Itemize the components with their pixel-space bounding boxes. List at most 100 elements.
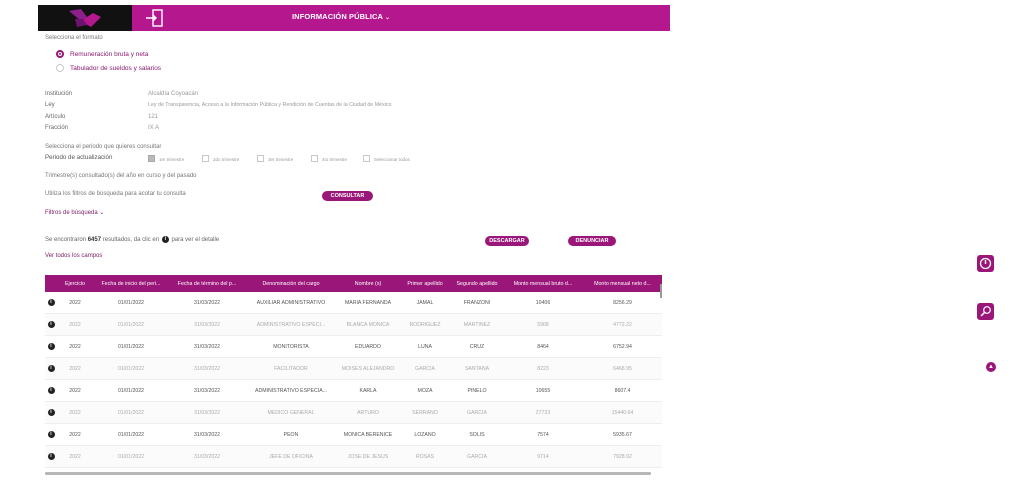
menu-title-label: INFORMACIÓN PÚBLICA [292,12,383,21]
cell-monto-bruto: 10406 [535,299,551,306]
cell-cargo: AUXILIAR ADMINISTRATIVO [256,299,326,306]
cell-ejercicio: 2022 [69,299,81,306]
col-ejercicio[interactable]: Ejercicio [57,281,93,287]
cell-monto-bruto: 10655 [535,387,551,394]
info-icon[interactable]: i [47,343,55,350]
articulo-value: 121 [148,114,159,120]
results-count: 6457 [87,237,102,244]
cell-fecha-inicio: 01/01/2022 [118,453,144,460]
info-icon[interactable]: i [47,321,55,328]
info-icon[interactable]: i [47,409,55,416]
info-icon[interactable]: i [47,387,55,394]
table-horizontal-scrollbar[interactable] [45,472,651,475]
cell-monto-bruto: 5908 [537,321,549,328]
info-icon[interactable]: i [47,431,55,438]
cell-primer-apellido: LUNA [418,343,432,350]
table-row[interactable]: i 2022 01/01/2022 31/03/2022 FACILITADOR… [45,358,662,380]
radio-remuneracion[interactable] [56,50,64,58]
col-fecha-termino[interactable]: Fecha de término del p... [169,281,245,287]
institucion-value: Alcaldía Coyoacán [148,91,199,97]
cell-monto-neto: 6752.94 [613,343,632,350]
report-button[interactable]: DENUNCIAR [568,236,616,246]
checkbox-seleccionar-todos[interactable] [363,155,370,162]
info-icon[interactable]: i [47,299,55,306]
results-table: Ejercicio Fecha de inicio del peri... Fe… [45,275,662,468]
cell-primer-apellido: JAMAL [416,299,434,306]
col-cargo[interactable]: Denominación del cargo [245,281,337,287]
cell-monto-neto: 8607.4 [614,387,631,394]
checkbox-4to-trimestre-label: 4to trimestre [322,157,348,162]
checkbox-1er-trimestre[interactable] [148,155,155,162]
cell-fecha-termino: 31/03/2022 [194,431,220,438]
results-suffix: resultados, da clic en [102,237,160,244]
search-tool-button[interactable] [977,303,994,320]
cell-primer-apellido: ROSAS [415,453,435,460]
info-icon[interactable]: i [47,365,55,372]
logo[interactable] [38,5,132,31]
period-label: Periodo de actualización [45,154,113,161]
cell-monto-neto: 15440.64 [611,409,634,416]
table-row[interactable]: i 2022 01/01/2022 31/03/2022 AUXILIAR AD… [45,292,662,314]
cell-fecha-termino: 31/03/2022 [194,365,220,372]
scroll-to-top-icon[interactable]: ▲ [986,362,996,372]
col-monto-neto[interactable]: Monto mensual neto d... [583,281,662,287]
checkbox-3er-trimestre[interactable] [257,155,264,162]
col-primer-apellido[interactable]: Primer apellido [399,281,451,287]
cell-ejercicio: 2022 [69,431,81,438]
cell-primer-apellido: MOZA [417,387,433,394]
radio-remuneracion-label[interactable]: Remuneración bruta y neta [70,51,148,58]
chevron-down-icon: ⌄ [384,15,391,21]
cell-monto-bruto: 8464 [537,343,549,350]
col-nombre[interactable]: Nombre (s) [337,281,399,287]
top-bar: INFORMACIÓN PÚBLICA ⌄ [38,5,670,31]
logout-icon[interactable] [144,8,164,28]
col-segundo-apellido[interactable]: Segundo apellido [451,281,503,287]
cell-primer-apellido: SERRANO [412,409,438,416]
radio-tabulador-label[interactable]: Tabulador de sueldos y salarios [70,65,161,72]
cell-ejercicio: 2022 [69,343,81,350]
table-vertical-scrollbar[interactable] [660,284,662,298]
period-note: Trimestre(s) consultado(s) del año en cu… [45,173,197,179]
info-icon: i [161,236,169,243]
table-row[interactable]: i 2022 01/01/2022 31/03/2022 MEDICO GENE… [45,402,662,424]
download-button[interactable]: DESCARGAR [485,236,529,246]
cell-fecha-inicio: 01/01/2022 [118,387,144,394]
cell-monto-bruto: 27733 [535,409,551,416]
logo-icon [69,9,101,27]
cell-fecha-termino: 31/03/2022 [194,299,220,306]
col-monto-bruto[interactable]: Monto mensual bruto d... [503,281,583,287]
table-row[interactable]: i 2022 01/01/2022 31/03/2022 ADMINISTRAT… [45,314,662,336]
view-all-fields-link[interactable]: Ver todos los campos [45,253,102,259]
cell-cargo: MONITORISTA [273,343,309,350]
cell-ejercicio: 2022 [69,453,81,460]
results-suffix2: para ver el detalle [171,237,220,244]
table-row[interactable]: i 2022 01/01/2022 31/03/2022 ADMINISTRAT… [45,380,662,402]
accessibility-button[interactable] [977,255,994,272]
consult-button[interactable]: CONSULTAR [322,191,373,201]
table-row[interactable]: i 2022 01/01/2022 31/03/2022 PEON MONICA… [45,424,662,446]
checkbox-4to-trimestre[interactable] [311,155,318,162]
cell-nombre: JOSE DE JESUS [347,453,389,460]
results-summary: Se encontraron 6457 resultados, da clic … [45,236,219,243]
cell-cargo: FACILITADOR [274,365,308,372]
ley-label: Ley [45,102,55,108]
table-header: Ejercicio Fecha de inicio del peri... Fe… [45,275,662,292]
checkbox-2do-trimestre[interactable] [202,155,209,162]
checkbox-2do-trimestre-label: 2do trimestre [213,157,240,162]
table-row[interactable]: i 2022 01/01/2022 31/03/2022 MONITORISTA… [45,336,662,358]
articulo-label: Artículo [45,114,66,120]
col-fecha-inicio[interactable]: Fecha de inicio del peri... [93,281,169,287]
radio-tabulador[interactable] [56,64,64,72]
cell-cargo: MEDICO GENERAL [267,409,315,416]
table-row[interactable]: i 2022 01/01/2022 31/03/2022 JEFE DE OFI… [45,446,662,468]
cell-fecha-termino: 31/03/2022 [194,321,220,328]
filters-toggle[interactable]: Filtros de búsqueda ⌄ [45,209,104,216]
cell-fecha-inicio: 01/01/2022 [118,299,144,306]
power-icon [979,257,992,270]
cell-fecha-termino: 31/03/2022 [194,453,220,460]
cell-nombre: MOISES ALEJANDRO [341,365,395,372]
info-icon[interactable]: i [47,453,55,460]
cell-fecha-inicio: 01/01/2022 [118,321,144,328]
info-publica-menu[interactable]: INFORMACIÓN PÚBLICA ⌄ [292,12,390,21]
cell-nombre: BLANCA MONICA [346,321,390,328]
